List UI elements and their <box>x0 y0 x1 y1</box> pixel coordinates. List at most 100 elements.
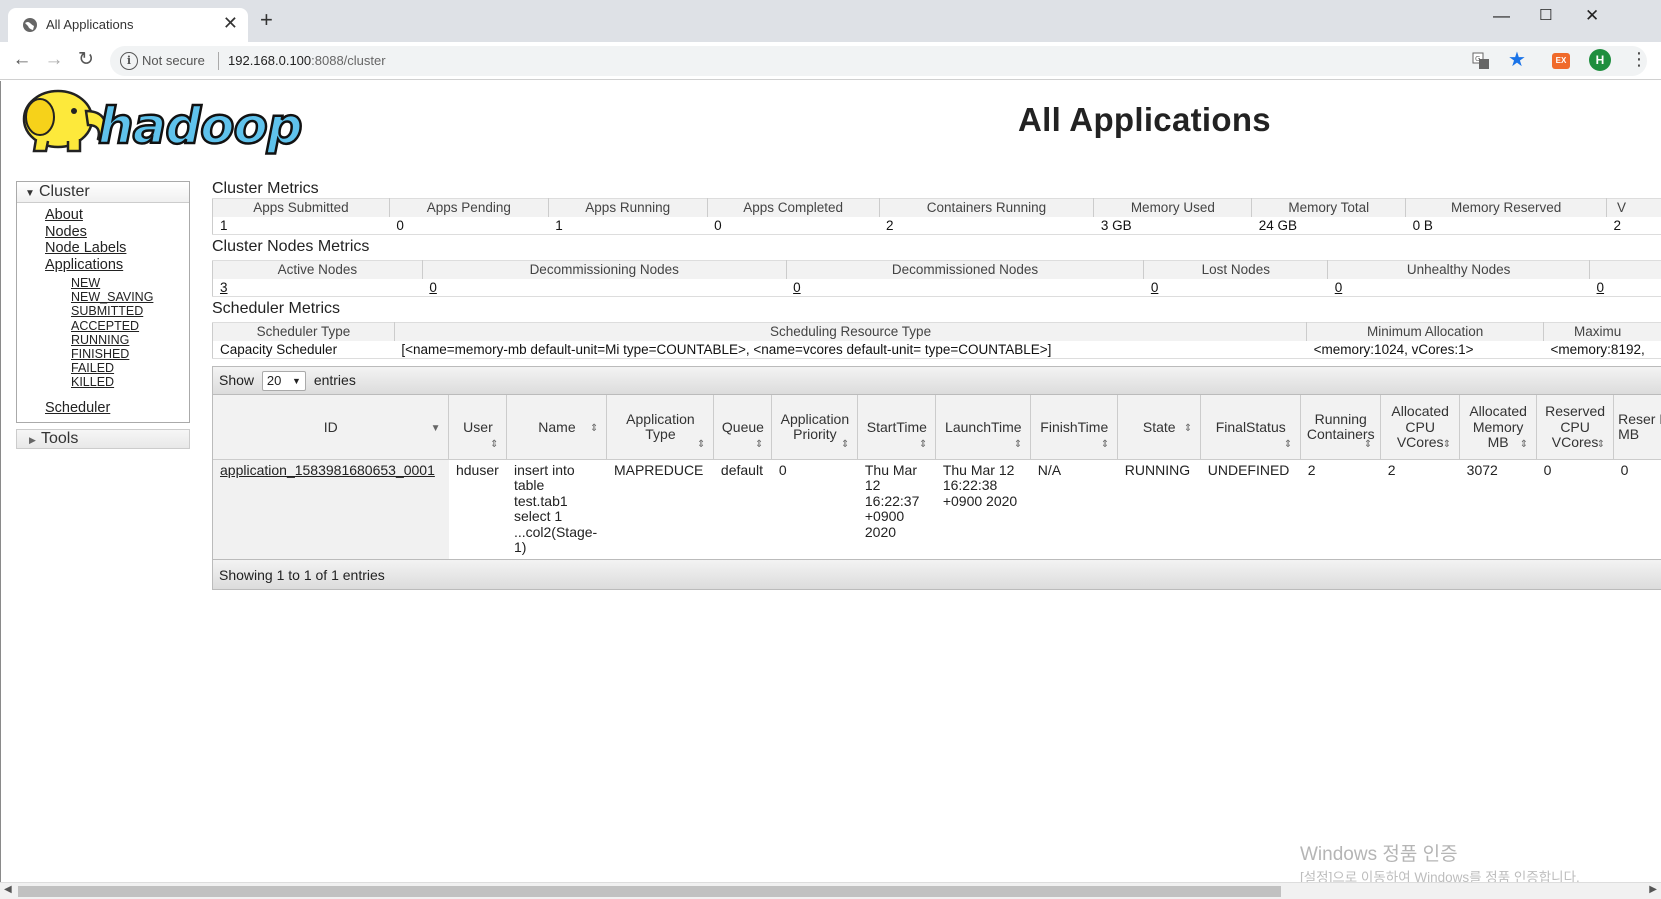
scroll-right-icon[interactable]: ▶ <box>1649 884 1657 895</box>
cell-user: hduser <box>455 461 499 478</box>
col-header-finish-time[interactable]: FinishTime ⇕ <box>1030 395 1119 460</box>
sort-icon: ⇕ <box>840 439 850 450</box>
active-nodes-link[interactable]: 3 <box>212 278 423 297</box>
col-header-alloc-memory[interactable]: Allocated Memory MB ⇕ <box>1459 395 1538 460</box>
nav-state-accepted[interactable]: ACCEPTED <box>17 319 189 333</box>
translate-icon[interactable]: G <box>1472 52 1490 70</box>
cell-state: RUNNING <box>1124 461 1191 478</box>
activation-watermark-title: Windows 정품 인증 <box>1300 844 1458 865</box>
window-close-icon[interactable]: ✕ <box>1585 6 1599 26</box>
info-icon[interactable]: i <box>120 52 138 70</box>
lost-nodes-link[interactable]: 0 <box>1143 278 1328 297</box>
col-label: Application Priority <box>780 410 850 443</box>
sort-icon: ⇕ <box>1283 439 1293 450</box>
sort-icon: ⇕ <box>1183 423 1193 434</box>
col-header-id[interactable]: ID ▼ <box>213 395 450 460</box>
cell-queue: default <box>720 461 763 478</box>
nav-state-finished[interactable]: FINISHED <box>17 347 189 361</box>
app-id-link[interactable]: application_1583981680653_0001 <box>213 459 449 559</box>
page-length-select[interactable]: 20 ▼ <box>261 371 306 392</box>
nav-state-failed[interactable]: FAILED <box>17 361 189 375</box>
url-host: 192.168.0.100 <box>228 53 312 68</box>
nav-about[interactable]: About <box>17 207 189 224</box>
metric-header: Lost Nodes <box>1143 260 1329 279</box>
new-tab-icon[interactable]: + <box>260 9 273 31</box>
profile-avatar-icon[interactable]: H <box>1589 49 1611 71</box>
hadoop-logo[interactable]: hadoop <box>16 81 316 161</box>
extension-icon[interactable]: EX <box>1552 53 1570 69</box>
col-label: Name <box>538 418 576 435</box>
cluster-metrics-table: Apps Submitted Apps Pending Apps Running… <box>212 198 1661 235</box>
url-text[interactable]: 192.168.0.100:8088/cluster <box>228 53 386 68</box>
col-header-queue[interactable]: Queue ⇕ <box>713 395 773 460</box>
metric-header: Minimum Allocation <box>1306 322 1545 341</box>
col-header-launch-time[interactable]: LaunchTime ⇕ <box>935 395 1032 460</box>
forward-icon[interactable]: → <box>42 48 66 72</box>
browser-tab[interactable]: All Applications ✕ <box>8 8 248 42</box>
entries-label: entries <box>313 372 356 388</box>
nav-node-labels[interactable]: Node Labels <box>17 240 189 257</box>
node-metrics-table: Active Nodes Decommissioning Nodes Decom… <box>212 260 1661 297</box>
nav-state-new[interactable]: NEW <box>17 276 189 290</box>
apps-info-footer: Showing 1 to 1 of 1 entries <box>213 558 1661 589</box>
nav-state-running[interactable]: RUNNING <box>17 333 189 347</box>
col-header-running-containers[interactable]: Running Containers ⇕ <box>1300 395 1382 460</box>
metric-header: Maximu <box>1543 322 1661 341</box>
nav-state-submitted[interactable]: SUBMITTED <box>17 304 189 318</box>
scrollbar-thumb[interactable] <box>18 886 1281 897</box>
address-bar[interactable]: i Not secure 192.168.0.100:8088/cluster … <box>110 46 1647 76</box>
cell-final-status: UNDEFINED <box>1207 461 1290 478</box>
reload-icon[interactable]: ↻ <box>74 48 98 72</box>
nav-state-new-saving[interactable]: NEW_SAVING <box>17 290 189 304</box>
col-header-name[interactable]: Name ⇕ <box>506 395 608 460</box>
col-header-priority[interactable]: Application Priority ⇕ <box>771 395 859 460</box>
maximum-allocation: <memory:8192, <box>1543 340 1661 359</box>
metric-value: 0 <box>707 216 880 235</box>
svg-text:G: G <box>1475 55 1480 63</box>
page-body: hadoop All Applications ▼ Cluster About N… <box>0 81 1661 831</box>
metric-value: 0 <box>389 216 549 235</box>
cell-finish-time: N/A <box>1037 461 1062 478</box>
rebooted-nodes-link[interactable]: 0 <box>1589 278 1661 297</box>
omnibox-separator <box>218 52 219 70</box>
back-icon[interactable]: ← <box>10 48 34 72</box>
cluster-label: Cluster <box>39 183 90 200</box>
minimize-icon[interactable]: — <box>1493 6 1510 26</box>
select-caret-icon: ▼ <box>292 376 301 387</box>
nav-applications[interactable]: Applications <box>17 257 189 274</box>
nav-scheduler[interactable]: Scheduler <box>17 400 189 417</box>
bookmark-star-icon[interactable]: ★ <box>1508 49 1526 71</box>
decommissioned-nodes-link[interactable]: 0 <box>786 278 1144 297</box>
nav-state-killed[interactable]: KILLED <box>17 375 189 389</box>
unhealthy-nodes-link[interactable]: 0 <box>1327 278 1590 297</box>
collapsed-triangle-icon: ▶ <box>29 435 36 446</box>
col-header-app-type[interactable]: Application Type ⇕ <box>606 395 715 460</box>
col-header-start-time[interactable]: StartTime ⇕ <box>857 395 937 460</box>
tools-panel-header[interactable]: ▶ Tools <box>16 429 190 450</box>
scroll-left-icon[interactable]: ◀ <box>4 884 12 895</box>
col-header-final-status[interactable]: FinalStatus ⇕ <box>1200 395 1302 460</box>
sort-icon: ⇕ <box>697 439 706 450</box>
metric-header: Apps Submitted <box>212 198 390 217</box>
not-secure-label: Not secure <box>142 53 205 68</box>
resource-type: [<name=memory-mb default-unit=Mi type=CO… <box>394 340 1307 359</box>
col-header-state[interactable]: State ⇕ <box>1117 395 1202 460</box>
maximize-icon[interactable]: ☐ <box>1539 6 1552 26</box>
cluster-panel-header[interactable]: ▼ Cluster <box>17 182 189 203</box>
col-header-reserved-vcores[interactable]: Reserved CPU VCores ⇕ <box>1536 395 1615 460</box>
metric-header: Active Nodes <box>212 260 423 279</box>
col-header-user[interactable]: User ⇕ <box>448 395 508 460</box>
sort-icon: ⇕ <box>1442 439 1452 450</box>
metric-header: Scheduler Type <box>212 322 395 341</box>
menu-dots-icon[interactable]: ⋮ <box>1630 48 1648 70</box>
horizontal-scrollbar[interactable]: ◀ ▶ <box>0 882 1661 899</box>
col-label: Allocated CPU VCores <box>1391 403 1449 450</box>
nav-nodes[interactable]: Nodes <box>17 224 189 241</box>
decommissioning-nodes-link[interactable]: 0 <box>422 278 787 297</box>
col-header-alloc-vcores[interactable]: Allocated CPU VCores ⇕ <box>1380 395 1461 460</box>
col-header-reserved-memory[interactable]: Reser Mem MB <box>1613 395 1661 460</box>
tab-close-icon[interactable]: ✕ <box>223 13 238 33</box>
cell-priority: 0 <box>778 461 787 478</box>
cell-launch-time: Thu Mar 12 16:22:38 +0900 2020 <box>942 461 1018 509</box>
cluster-metrics-title: Cluster Metrics <box>212 180 319 197</box>
